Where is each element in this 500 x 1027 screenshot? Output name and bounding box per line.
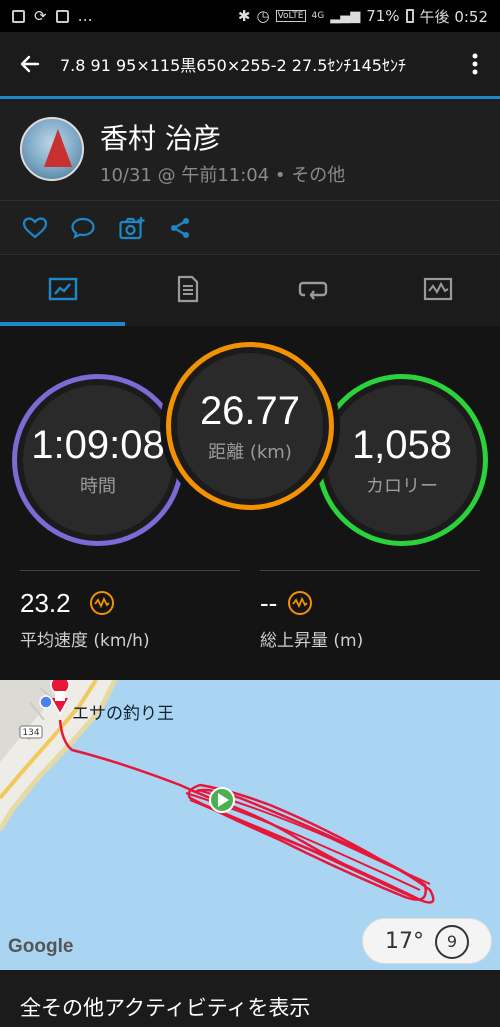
clock: 午後 0:52 bbox=[419, 7, 488, 26]
calories-circle: 1,058 カロリー bbox=[316, 374, 488, 546]
ascent-label: 総上昇量 (m) bbox=[260, 631, 364, 651]
activity-title: 7.8 91 95×115黒650×255-2 27.5ｾﾝﾁ145ｾﾝﾁ bbox=[60, 56, 406, 75]
document-icon bbox=[177, 275, 198, 303]
time-label: 時間 bbox=[80, 475, 116, 497]
calories-value: 1,058 bbox=[351, 422, 453, 467]
temperature: 17° bbox=[385, 929, 424, 954]
distance-circle: 26.77 距離 (km) bbox=[166, 342, 334, 510]
like-button[interactable] bbox=[20, 213, 50, 243]
action-row bbox=[0, 201, 500, 254]
comment-button[interactable] bbox=[68, 213, 98, 243]
google-logo: Google bbox=[8, 936, 74, 957]
chart-icon bbox=[423, 277, 452, 301]
tab-charts[interactable] bbox=[375, 255, 500, 323]
stat-divider-right bbox=[260, 570, 480, 571]
view-all-activities-link[interactable]: 全その他アクティビティを表示 bbox=[20, 992, 310, 1022]
summary-icon bbox=[48, 277, 77, 301]
windsurf-sail-image bbox=[44, 129, 72, 167]
alarm-icon: ◷ bbox=[256, 7, 270, 25]
tab-details[interactable] bbox=[125, 255, 250, 323]
more-notifications-icon: … bbox=[77, 7, 93, 25]
place-label[interactable]: エサの釣り王 bbox=[72, 699, 174, 724]
back-arrow-icon bbox=[20, 55, 40, 73]
distance-label: 距離 (km) bbox=[208, 441, 292, 463]
app-icon bbox=[55, 9, 69, 23]
avg-speed-label: 平均速度 (km/h) bbox=[20, 631, 150, 651]
bluetooth-icon: ✱ bbox=[237, 7, 251, 25]
status-bar: ⟳ … ✱ ◷ VoLTE 4G ▂▄▆ 71% 午後 0:52 bbox=[0, 0, 500, 32]
avatar[interactable] bbox=[20, 117, 84, 181]
tab-bar bbox=[0, 254, 500, 326]
sync-icon: ⟳ bbox=[34, 7, 47, 25]
more-vert-icon bbox=[472, 53, 478, 75]
heart-icon bbox=[22, 217, 48, 239]
distance-value: 26.77 bbox=[199, 388, 301, 433]
speed-trend-icon[interactable] bbox=[90, 591, 114, 615]
track-line bbox=[58, 719, 435, 904]
add-photo-button[interactable] bbox=[117, 213, 147, 243]
loop-icon bbox=[298, 281, 327, 300]
wind-icon: 9 bbox=[435, 925, 469, 959]
comment-icon bbox=[71, 217, 95, 240]
battery-icon bbox=[405, 9, 414, 23]
tab-summary[interactable] bbox=[0, 255, 125, 323]
battery-percent: 71% bbox=[366, 7, 400, 25]
network-label: 4G bbox=[311, 11, 325, 21]
avg-speed-value: 23.2 bbox=[20, 588, 71, 618]
wind-speed: 9 bbox=[446, 932, 458, 951]
share-icon bbox=[171, 218, 189, 238]
activity-map[interactable]: 134 エサの釣り王 Google 17° 9 bbox=[0, 680, 500, 970]
user-name[interactable]: 香村 治彦 bbox=[100, 117, 221, 157]
profile-header: 香村 治彦 10/31 @ 午前11:04 • その他 bbox=[0, 99, 500, 200]
ascent-trend-icon[interactable] bbox=[288, 591, 312, 615]
tab-laps[interactable] bbox=[250, 255, 375, 323]
calories-label: カロリー bbox=[366, 475, 438, 497]
road-number: 134 bbox=[22, 728, 39, 738]
camera-add-icon bbox=[119, 217, 145, 240]
volte-badge: VoLTE bbox=[275, 10, 306, 22]
weather-pill[interactable]: 17° 9 bbox=[362, 918, 492, 964]
footer[interactable]: 全その他アクティビティを表示 bbox=[0, 970, 500, 1027]
back-button[interactable] bbox=[0, 32, 60, 96]
time-circle: 1:09:08 時間 bbox=[12, 374, 184, 546]
gallery-icon bbox=[12, 9, 25, 23]
activity-date-type: 10/31 @ 午前11:04 • その他 bbox=[100, 165, 346, 186]
time-value: 1:09:08 bbox=[31, 422, 165, 467]
ascent-value: -- bbox=[260, 588, 278, 618]
signal-icon: ▂▄▆ bbox=[330, 8, 361, 24]
overflow-menu-button[interactable] bbox=[450, 32, 500, 96]
stats-panel: 1:09:08 時間 1,058 カロリー 26.77 距離 (km) 23.2… bbox=[0, 326, 500, 676]
app-bar: 7.8 91 95×115黒650×255-2 27.5ｾﾝﾁ145ｾﾝﾁ bbox=[0, 32, 500, 96]
share-button[interactable] bbox=[165, 213, 195, 243]
stat-divider-left bbox=[20, 570, 240, 571]
